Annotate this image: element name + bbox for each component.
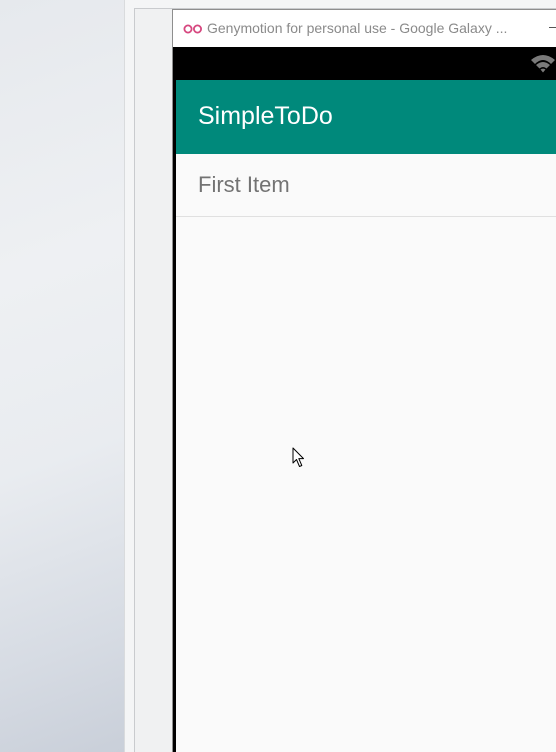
emulator-titlebar[interactable]: Genymotion for personal use - Google Gal… [173, 10, 556, 47]
app-toolbar: SimpleToDo [176, 80, 556, 154]
device-screen: SimpleToDo First Item [173, 47, 556, 752]
list-item-label: First Item [198, 172, 290, 197]
wifi-icon [531, 55, 555, 73]
mouse-pointer-icon [292, 447, 304, 467]
genymotion-logo-icon [183, 24, 202, 34]
list-item[interactable]: First Item [176, 154, 556, 217]
minimize-icon[interactable] [549, 27, 556, 28]
window-title: Genymotion for personal use - Google Gal… [207, 20, 508, 36]
todo-list[interactable]: First Item [176, 154, 556, 752]
status-bar [176, 47, 556, 80]
app-title: SimpleToDo [198, 102, 333, 130]
desktop-background [0, 0, 124, 752]
emulator-window: Genymotion for personal use - Google Gal… [172, 9, 556, 752]
